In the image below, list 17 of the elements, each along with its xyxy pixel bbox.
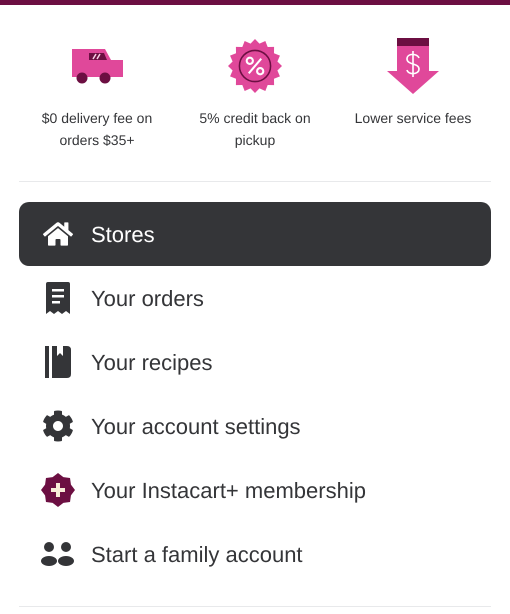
people-icon xyxy=(41,542,75,566)
menu-item[interactable]: Your recipes xyxy=(19,330,491,394)
settings-icon xyxy=(42,410,74,442)
dollar-down-arrow-icon xyxy=(387,38,439,94)
book-icon xyxy=(45,346,71,378)
menu-item[interactable]: Start a family account xyxy=(19,522,491,586)
percent-badge-icon xyxy=(228,39,282,93)
benefit-text: 5% credit back on pickup xyxy=(198,109,312,150)
receipt-icon xyxy=(46,282,70,314)
menu-item[interactable]: Your Instacart+ membership xyxy=(19,458,491,522)
menu-item[interactable]: Stores xyxy=(19,202,491,266)
menu-item[interactable]: Your orders xyxy=(19,266,491,330)
truck-icon xyxy=(71,48,123,84)
benefit-text: $0 delivery fee on orders $35+ xyxy=(40,109,154,150)
benefit-text: Lower service fees xyxy=(354,109,472,128)
menu-item[interactable]: Your account settings xyxy=(19,394,491,458)
plus-badge-icon xyxy=(41,473,75,507)
